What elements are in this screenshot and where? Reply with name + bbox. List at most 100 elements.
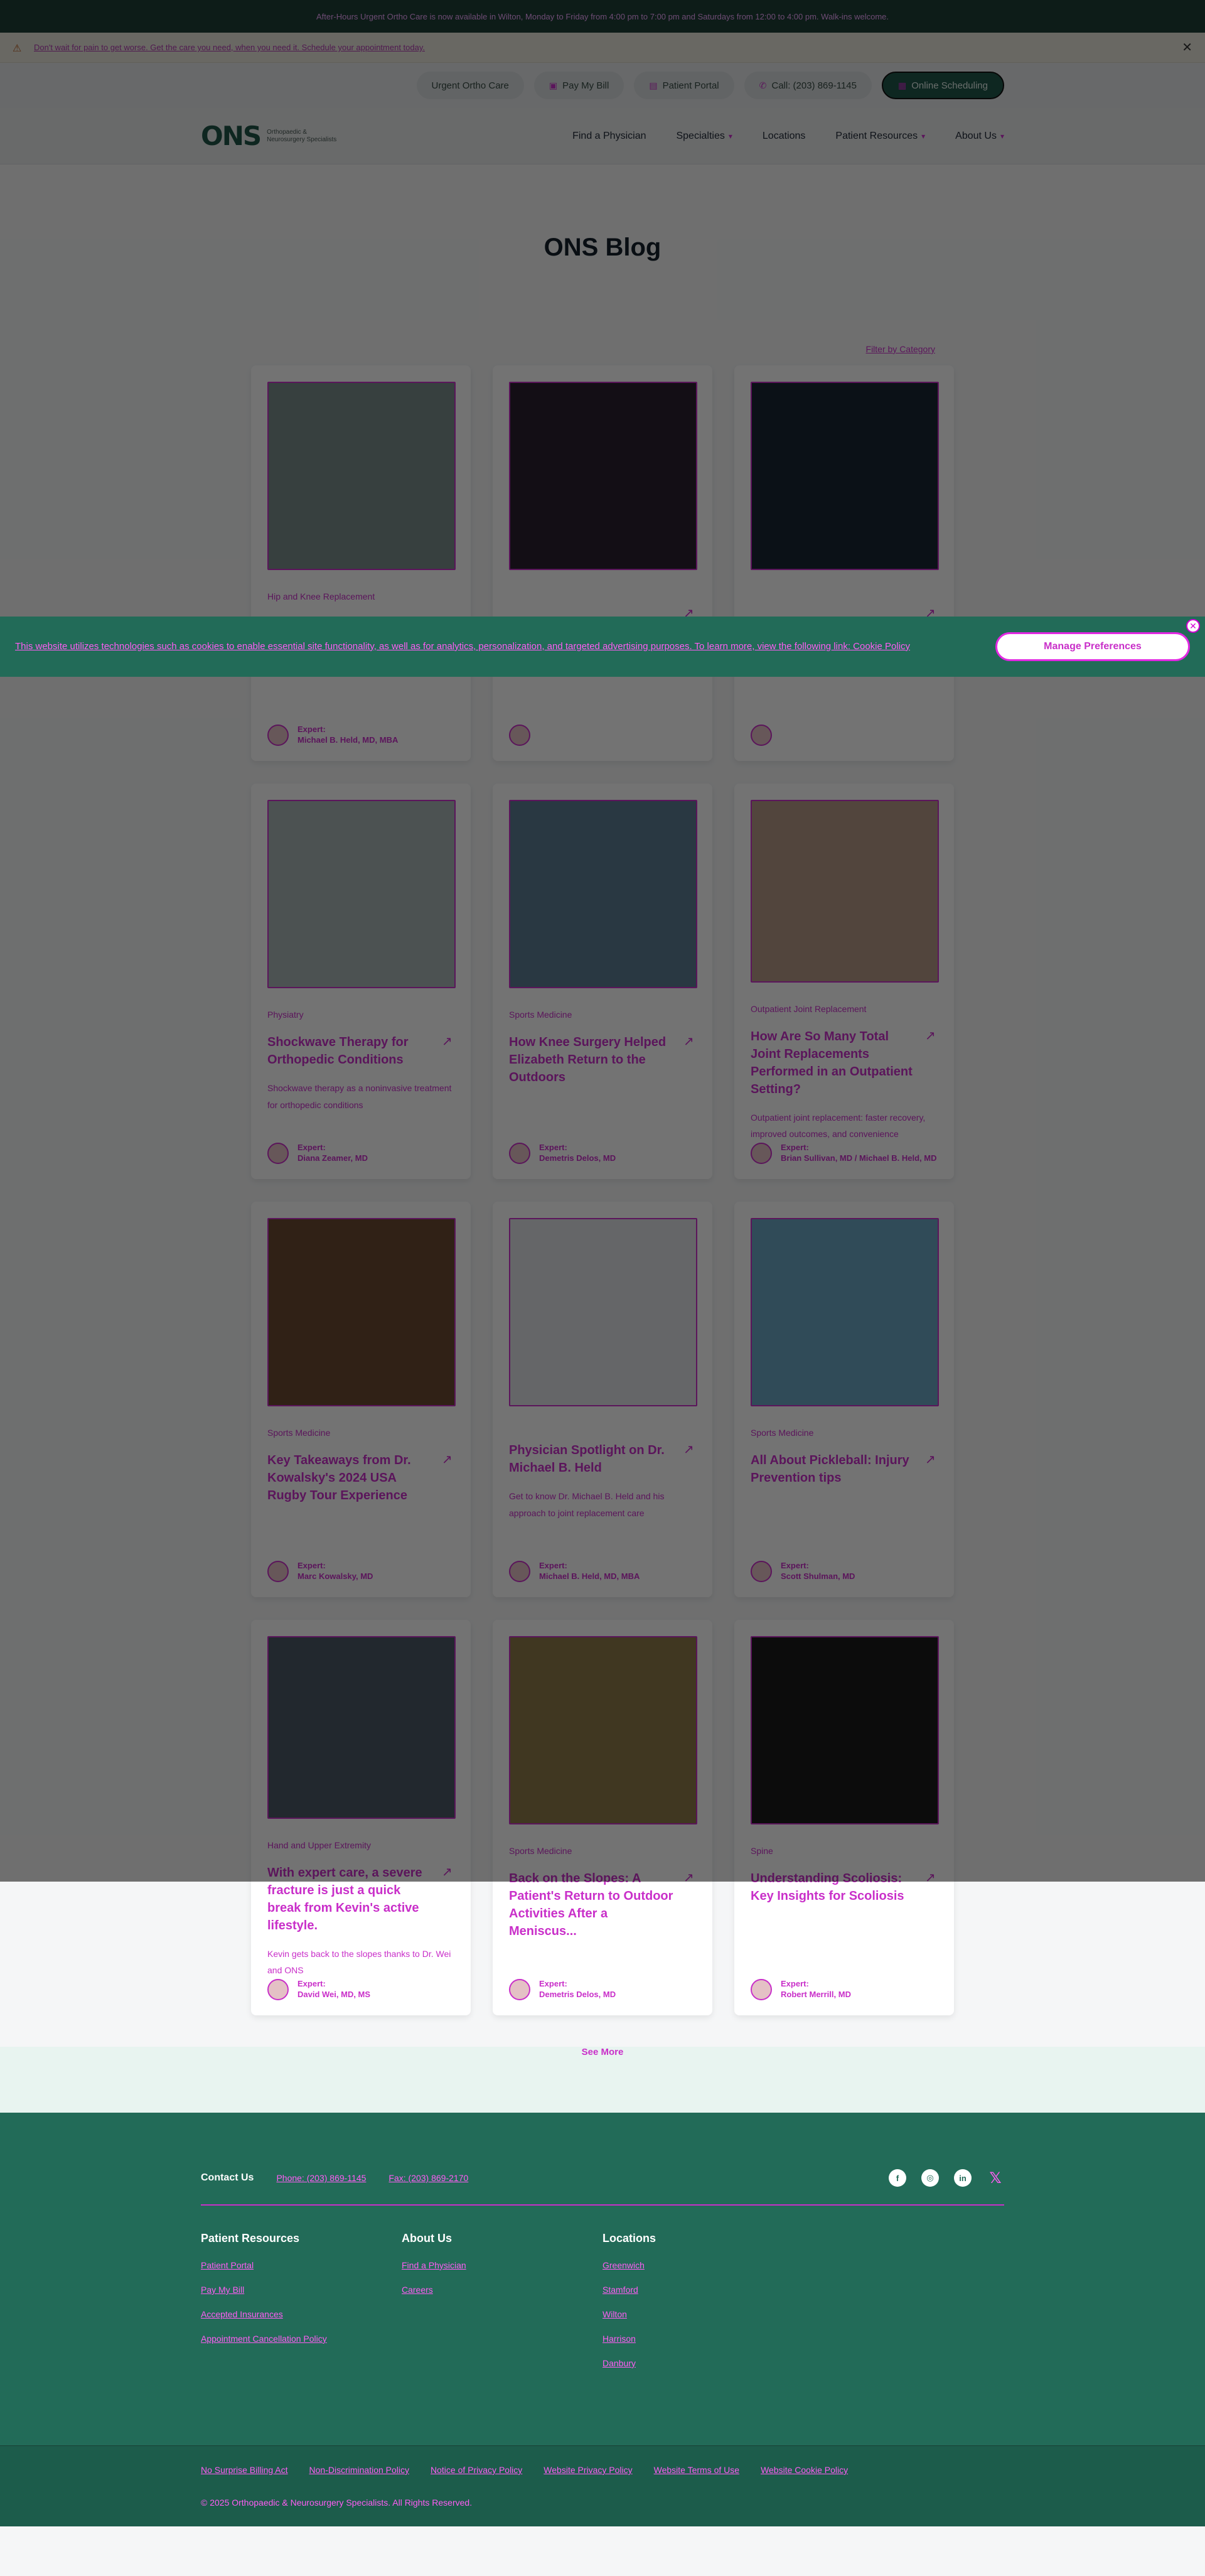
see-more-button[interactable]: See More xyxy=(0,2047,1205,2113)
close-icon[interactable]: ✕ xyxy=(1186,619,1200,633)
blog-card[interactable]: Physician Spotlight on Dr. Michael B. He… xyxy=(493,1202,712,1597)
nav-find-physician[interactable]: Find a Physician xyxy=(572,131,646,142)
blog-card[interactable]: Sports Medicine All About Pickleball: In… xyxy=(734,1202,954,1597)
card-image[interactable] xyxy=(751,1218,939,1406)
card-image[interactable] xyxy=(509,1636,697,1824)
linkedin-icon[interactable]: in xyxy=(954,2169,972,2187)
expert-name[interactable]: Robert Merrill, MD xyxy=(781,1990,851,2000)
footer-phone[interactable]: Phone: (203) 869-1145 xyxy=(276,2173,366,2183)
close-icon[interactable]: ✕ xyxy=(1182,40,1192,55)
card-category[interactable]: Sports Medicine xyxy=(267,1428,454,1438)
nav-patient-resources[interactable]: Patient Resources ▾ xyxy=(835,131,925,142)
card-image[interactable] xyxy=(267,382,456,570)
card-image[interactable] xyxy=(509,382,697,570)
logo[interactable]: ONS Orthopaedic & Neurosurgery Specialis… xyxy=(201,121,342,151)
card-image[interactable] xyxy=(751,1636,939,1824)
card-category[interactable]: Spine xyxy=(751,1846,938,1856)
card-image[interactable] xyxy=(509,800,697,988)
card-category[interactable]: Sports Medicine xyxy=(509,1010,696,1020)
card-image[interactable] xyxy=(751,800,939,983)
blog-card[interactable]: ↗ xyxy=(493,365,712,761)
footer-link[interactable]: Greenwich xyxy=(602,2260,803,2270)
call-button[interactable]: ✆ Call: (203) 869-1145 xyxy=(744,72,872,99)
blog-card[interactable]: Hip and Knee Replacement ↗ Expert: Micha… xyxy=(251,365,471,761)
card-image[interactable] xyxy=(267,800,456,988)
footer-link[interactable]: Harrison xyxy=(602,2334,803,2344)
footer-link[interactable]: Stamford xyxy=(602,2285,803,2295)
x-twitter-icon[interactable]: 𝕏 xyxy=(987,2169,1004,2187)
online-scheduling-button[interactable]: ▦ Online Scheduling xyxy=(882,72,1004,99)
expert-name[interactable]: Demetris Delos, MD xyxy=(539,1153,616,1164)
card-image[interactable] xyxy=(267,1218,456,1406)
blog-card[interactable]: Hand and Upper Extremity With expert car… xyxy=(251,1620,471,2015)
pay-bill-button[interactable]: ▣ Pay My Bill xyxy=(533,72,624,99)
card-category[interactable]: Sports Medicine xyxy=(751,1428,938,1438)
blog-card[interactable]: Sports Medicine How Knee Surgery Helped … xyxy=(493,784,712,1179)
expert-name[interactable]: David Wei, MD, MS xyxy=(297,1990,370,2000)
footer-link[interactable]: Danbury xyxy=(602,2358,803,2368)
arrow-up-right-icon[interactable]: ↗ xyxy=(442,1864,454,1934)
legal-link[interactable]: Website Terms of Use xyxy=(654,2465,739,2475)
nav-about[interactable]: About Us ▾ xyxy=(955,131,1004,142)
card-image[interactable] xyxy=(751,382,939,570)
nav-locations[interactable]: Locations xyxy=(763,131,806,142)
blog-card[interactable]: ↗ xyxy=(734,365,954,761)
footer-link[interactable]: Patient Portal xyxy=(201,2260,402,2270)
blog-card[interactable]: Spine Understanding Scoliosis: Key Insig… xyxy=(734,1620,954,2015)
facebook-icon[interactable]: f xyxy=(889,2169,906,2187)
expert-name[interactable]: Demetris Delos, MD xyxy=(539,1990,616,2000)
arrow-up-right-icon[interactable]: ↗ xyxy=(925,1870,938,1905)
card-title[interactable]: All About Pickleball: Injury Prevention … xyxy=(751,1452,918,1487)
expert-name[interactable]: Michael B. Held, MD, MBA xyxy=(297,735,398,746)
footer-link[interactable]: Pay My Bill xyxy=(201,2285,402,2295)
card-category[interactable]: Sports Medicine xyxy=(509,1846,696,1856)
footer-link[interactable]: Wilton xyxy=(602,2309,803,2319)
arrow-up-right-icon[interactable]: ↗ xyxy=(683,1442,696,1477)
card-image[interactable] xyxy=(267,1636,456,1819)
blog-card[interactable]: Sports Medicine Key Takeaways from Dr. K… xyxy=(251,1202,471,1597)
expert-name[interactable]: Marc Kowalsky, MD xyxy=(297,1571,373,1582)
arrow-up-right-icon[interactable]: ↗ xyxy=(925,1028,938,1098)
card-title[interactable]: Back on the Slopes: A Patient's Return t… xyxy=(509,1870,676,1940)
card-title[interactable]: Shockwave Therapy for Orthopedic Conditi… xyxy=(267,1033,434,1069)
footer-link[interactable]: Accepted Insurances xyxy=(201,2309,402,2319)
card-title[interactable]: How Knee Surgery Helped Elizabeth Return… xyxy=(509,1033,676,1086)
card-image[interactable] xyxy=(509,1218,697,1406)
arrow-up-right-icon[interactable]: ↗ xyxy=(683,1033,696,1086)
card-title[interactable]: With expert care, a severe fracture is j… xyxy=(267,1864,434,1934)
expert-name[interactable]: Brian Sullivan, MD / Michael B. Held, MD xyxy=(781,1153,937,1164)
card-category[interactable]: Outpatient Joint Replacement xyxy=(751,1004,938,1014)
topbar-message[interactable]: After-Hours Urgent Ortho Care is now ava… xyxy=(316,12,889,21)
card-title[interactable]: Key Takeaways from Dr. Kowalsky's 2024 U… xyxy=(267,1452,434,1504)
nav-specialties[interactable]: Specialties ▾ xyxy=(676,131,732,142)
legal-link[interactable]: Website Cookie Policy xyxy=(761,2465,848,2475)
footer-link[interactable]: Appointment Cancellation Policy xyxy=(201,2334,402,2344)
legal-link[interactable]: Non-Discrimination Policy xyxy=(309,2465,410,2475)
legal-link[interactable]: No Surprise Billing Act xyxy=(201,2465,288,2475)
legal-link[interactable]: Notice of Privacy Policy xyxy=(431,2465,522,2475)
legal-link[interactable]: Website Privacy Policy xyxy=(544,2465,632,2475)
expert-name[interactable]: Scott Shulman, MD xyxy=(781,1571,855,1582)
instagram-icon[interactable]: ◎ xyxy=(921,2169,939,2187)
card-title[interactable]: Physician Spotlight on Dr. Michael B. He… xyxy=(509,1442,676,1477)
card-category[interactable]: Hand and Upper Extremity xyxy=(267,1840,454,1850)
card-title[interactable]: How Are So Many Total Joint Replacements… xyxy=(751,1028,918,1098)
card-category[interactable]: Hip and Knee Replacement xyxy=(267,591,454,601)
card-category[interactable]: Physiatry xyxy=(267,1010,454,1020)
arrow-up-right-icon[interactable]: ↗ xyxy=(925,1452,938,1487)
card-title[interactable]: Understanding Scoliosis: Key Insights fo… xyxy=(751,1870,918,1905)
expert-name[interactable]: Michael B. Held, MD, MBA xyxy=(539,1571,640,1582)
blog-card[interactable]: Sports Medicine Back on the Slopes: A Pa… xyxy=(493,1620,712,2015)
footer-link[interactable]: Find a Physician xyxy=(402,2260,602,2270)
footer-fax[interactable]: Fax: (203) 869-2170 xyxy=(388,2173,468,2183)
blog-card[interactable]: Outpatient Joint Replacement How Are So … xyxy=(734,784,954,1179)
arrow-up-right-icon[interactable]: ↗ xyxy=(683,1870,696,1940)
cookie-text[interactable]: This website utilizes technologies such … xyxy=(15,641,970,652)
arrow-up-right-icon[interactable]: ↗ xyxy=(442,1033,454,1069)
patient-portal-button[interactable]: ▤ Patient Portal xyxy=(634,72,734,99)
alert-message[interactable]: Don't wait for pain to get worse. Get th… xyxy=(34,43,1172,52)
arrow-up-right-icon[interactable]: ↗ xyxy=(442,1452,454,1504)
blog-card[interactable]: Physiatry Shockwave Therapy for Orthoped… xyxy=(251,784,471,1179)
footer-link[interactable]: Careers xyxy=(402,2285,602,2295)
manage-preferences-button[interactable]: Manage Preferences xyxy=(995,632,1190,661)
